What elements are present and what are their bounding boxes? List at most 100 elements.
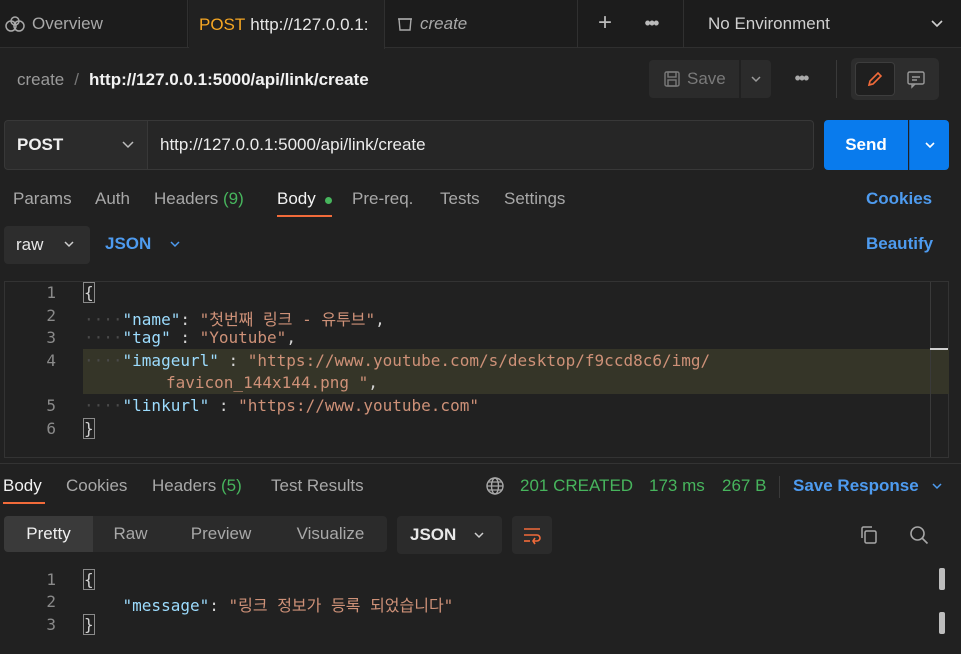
code-line: {	[83, 569, 95, 590]
tab-prereq[interactable]: Pre-req.	[352, 189, 413, 211]
tab-overview[interactable]: Overview	[0, 0, 188, 48]
comment-icon	[907, 71, 925, 89]
new-tab-button[interactable]: +	[590, 10, 620, 38]
line-number: 2	[46, 592, 56, 611]
line-number: 1	[46, 570, 56, 589]
send-button[interactable]: Send	[824, 120, 908, 170]
tab-params[interactable]: Params	[13, 189, 72, 211]
code-line-wrap: favicon_144x144.png ",	[166, 373, 378, 392]
body-language-select[interactable]: JSON	[105, 234, 151, 254]
json-key: "imageurl"	[122, 351, 219, 370]
code-line: ····"tag" : "Youtube",	[84, 328, 296, 347]
response-scrollbar-thumb[interactable]	[939, 568, 945, 590]
response-scrollbar-thumb[interactable]	[939, 612, 945, 634]
json-value-continued: favicon_144x144.png "	[166, 373, 369, 392]
code-line: {	[83, 282, 95, 303]
url-value: http://127.0.0.1:5000/api/link/create	[160, 135, 426, 154]
close-brace: }	[83, 614, 95, 635]
response-time[interactable]: 173 ms	[649, 476, 705, 496]
tab-create-label: create	[420, 14, 468, 33]
line-number: 6	[46, 419, 56, 438]
comments-button[interactable]	[897, 62, 935, 96]
divider	[836, 60, 837, 98]
view-preview-button[interactable]: Preview	[168, 516, 274, 552]
globe-icon[interactable]	[485, 476, 505, 496]
save-dropdown-button[interactable]	[741, 60, 771, 98]
line-number: 5	[46, 396, 56, 415]
environment-select[interactable]: No Environment	[683, 0, 961, 48]
json-key: "tag"	[122, 328, 171, 347]
tab-body[interactable]: Body	[277, 189, 316, 211]
send-dropdown-button[interactable]	[909, 120, 949, 170]
tab-active-request[interactable]: POST http://127.0.0.1:	[189, 0, 385, 49]
json-value: "링크 정보가 등록 되었습니다"	[228, 596, 454, 615]
indent-guide: ····	[84, 351, 123, 370]
chevron-down-icon	[64, 241, 74, 248]
breadcrumb: create / http://127.0.0.1:5000/api/link/…	[17, 68, 369, 92]
view-pretty-button[interactable]: Pretty	[4, 516, 93, 552]
breadcrumb-current[interactable]: http://127.0.0.1:5000/api/link/create	[89, 70, 369, 90]
json-value: "https://www.youtube.com"	[238, 396, 479, 415]
json-key: "linkurl"	[122, 396, 210, 415]
tab-create[interactable]: create	[386, 0, 578, 48]
indent-guide: ····	[84, 396, 123, 415]
response-tab-headers-label: Headers	[152, 476, 217, 495]
response-tab-cookies[interactable]: Cookies	[66, 476, 127, 496]
tab-headers-count: (9)	[223, 189, 244, 208]
line-number: 3	[46, 615, 56, 634]
line-number: 2	[46, 306, 56, 325]
save-button[interactable]: Save	[649, 60, 739, 98]
save-label: Save	[687, 69, 726, 88]
environment-label: No Environment	[708, 14, 830, 33]
tab-auth[interactable]: Auth	[95, 189, 130, 211]
json-key: "message"	[122, 596, 210, 615]
beautify-button[interactable]: Beautify	[866, 234, 933, 254]
cookies-link[interactable]: Cookies	[866, 189, 932, 209]
chevron-down-icon	[931, 20, 943, 28]
response-language-value: JSON	[410, 525, 457, 544]
tab-headers[interactable]: Headers (9)	[154, 189, 244, 211]
response-size[interactable]: 267 B	[722, 476, 766, 496]
tabs-more-button[interactable]: •••	[636, 10, 666, 38]
request-more-button[interactable]: •••	[786, 64, 816, 94]
chevron-down-icon	[474, 532, 484, 539]
open-brace: {	[83, 282, 95, 303]
wrap-lines-button[interactable]	[512, 516, 552, 554]
view-visualize-button[interactable]: Visualize	[274, 516, 387, 552]
body-indicator-dot	[325, 197, 332, 204]
overview-icon	[5, 16, 25, 32]
indent-guide: ····	[84, 328, 123, 347]
response-tab-test-results[interactable]: Test Results	[271, 476, 364, 496]
view-raw-button[interactable]: Raw	[93, 516, 168, 552]
copy-icon[interactable]	[857, 523, 881, 547]
search-icon[interactable]	[907, 523, 931, 547]
chevron-down-icon	[924, 142, 935, 149]
breadcrumb-separator: /	[74, 70, 79, 89]
json-value: "https://www.youtube.com/s/desktop/f9ccd…	[247, 351, 711, 370]
response-language-select[interactable]: JSON	[397, 516, 502, 554]
response-tab-body[interactable]: Body	[3, 476, 42, 496]
wrap-lines-icon	[524, 528, 541, 545]
method-value: POST	[17, 135, 64, 154]
tab-settings[interactable]: Settings	[504, 189, 565, 211]
open-brace: {	[83, 569, 95, 590]
edit-mode-button[interactable]	[855, 62, 895, 96]
editor-scrollbar[interactable]	[930, 282, 931, 457]
scrollbar-marker	[930, 348, 948, 350]
response-tab-headers[interactable]: Headers (5)	[152, 476, 242, 496]
json-value: "첫번째 링크 - 유투브"	[199, 310, 376, 329]
save-icon	[664, 71, 680, 87]
chevron-down-icon	[122, 141, 134, 149]
tab-tests[interactable]: Tests	[440, 189, 480, 211]
pane-divider[interactable]	[0, 463, 961, 464]
response-tab-headers-count: (5)	[221, 476, 242, 495]
json-value: "Youtube"	[199, 328, 287, 347]
chevron-down-icon	[170, 241, 180, 248]
save-response-button[interactable]: Save Response	[793, 476, 919, 496]
url-input[interactable]: http://127.0.0.1:5000/api/link/create	[148, 120, 814, 170]
breadcrumb-parent[interactable]: create	[17, 70, 64, 90]
body-mode-select[interactable]: raw	[4, 226, 90, 264]
status-badge[interactable]: 201 CREATED	[520, 476, 633, 496]
chevron-down-icon	[751, 76, 761, 83]
code-line: }	[83, 614, 95, 635]
